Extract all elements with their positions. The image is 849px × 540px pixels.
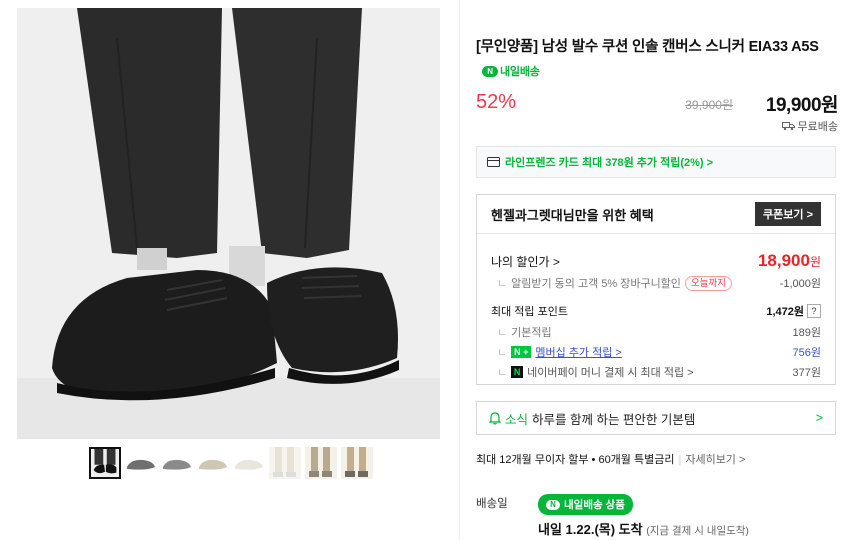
- thumbnail-8[interactable]: [341, 447, 373, 479]
- naver-n-icon: N: [482, 66, 498, 77]
- bell-icon: [489, 411, 501, 425]
- delivery-note: (지금 결제 시 내일도착): [646, 525, 749, 537]
- delivery-label: 배송일: [476, 498, 508, 510]
- news-arrow-icon: >: [815, 411, 823, 425]
- original-price: 39,900원: [685, 98, 733, 112]
- alarm-discount-row: ㄴ 알림받기 동의 고객 5% 장바구니할인 오늘까지 -1,000원: [491, 275, 821, 291]
- thumbnail-6[interactable]: [269, 447, 301, 479]
- indent-mark: ㄴ: [497, 367, 508, 379]
- credit-card-icon: [487, 157, 500, 167]
- tomorrow-delivery-text: 내일배송: [500, 65, 540, 78]
- npay-points-value: 377원: [792, 367, 821, 379]
- basic-points-text: 기본적립: [511, 327, 552, 339]
- card-promo-banner[interactable]: 라인프렌즈 카드 최대 378원 추가 적립(2%) >: [476, 146, 836, 178]
- indent-mark: ㄴ: [497, 327, 508, 339]
- tomorrow-delivery-product-badge: N 내일배송 상품: [538, 494, 633, 515]
- npay-points-label: ㄴ N 네이버페이 머니 결제 시 최대 적립 >: [491, 364, 694, 380]
- installment-info: 최대 12개월 무이자 할부 • 60개월 특별금리 | 자세히보기 >: [476, 451, 745, 467]
- gallery-divider: [17, 438, 440, 439]
- basic-points-value: 189원: [792, 327, 821, 339]
- member-benefit-box: 헨젤과그렛대님만을 위한 혜택 쿠폰보기 > 나의 할인가 > 18,900원 …: [476, 194, 836, 385]
- naver-n-icon: N: [546, 499, 560, 510]
- thumbnail-1[interactable]: [89, 447, 121, 479]
- installment-more-link[interactable]: 자세히보기 >: [685, 454, 745, 466]
- my-price-unit: 원: [809, 255, 821, 269]
- alarm-discount-label: ㄴ 알림받기 동의 고객 5% 장바구니할인 오늘까지: [491, 275, 732, 291]
- card-promo-text: 라인프렌즈 카드 최대 378원 추가 적립(2%) >: [505, 157, 714, 169]
- free-shipping-text: 무료배송: [797, 121, 838, 133]
- tomorrow-delivery-badge: N 내일배송: [482, 60, 540, 84]
- alarm-discount-text: 알림받기 동의 고객 5% 장바구니할인: [511, 278, 681, 290]
- points-value-wrap: 1,472원 ?: [766, 303, 821, 319]
- membership-points-row: ㄴ N + 멤버십 추가 적립 > 756원: [491, 344, 821, 360]
- thumbnail-4[interactable]: [197, 447, 229, 479]
- indent-mark: ㄴ: [497, 347, 508, 359]
- alarm-discount-value: -1,000원: [779, 278, 821, 290]
- naver-plus-membership-icon: N +: [511, 346, 532, 358]
- benefit-header: 헨젤과그렛대님만을 위한 혜택 쿠폰보기 >: [477, 195, 835, 234]
- my-price-label[interactable]: 나의 할인가 >: [491, 253, 560, 270]
- delivery-badge-text: 내일배송 상품: [564, 499, 625, 511]
- final-price: 19,900원: [765, 95, 839, 116]
- npay-points-row: ㄴ N 네이버페이 머니 결제 시 최대 적립 > 377원: [491, 364, 821, 380]
- points-row: 최대 적립 포인트 1,472원 ?: [491, 303, 821, 319]
- view-coupon-button[interactable]: 쿠폰보기 >: [755, 202, 821, 226]
- delivery-date: 내일 1.22.(목) 도착 (지금 결제 시 내일도착): [538, 519, 749, 538]
- indent-mark: ㄴ: [497, 278, 508, 290]
- my-price-value: 18,900원: [758, 251, 821, 271]
- thumbnail-7[interactable]: [305, 447, 337, 479]
- product-title-text: [무인양품] 남성 발수 쿠션 인솔 캔버스 스니커 EIA33 A5S: [476, 39, 819, 55]
- news-highlight: 소식: [505, 412, 529, 427]
- free-shipping: 무료배송: [781, 118, 838, 134]
- points-value: 1,472원: [766, 306, 804, 318]
- discount-rate: 52%: [476, 91, 517, 113]
- today-only-tag: 오늘까지: [684, 275, 732, 291]
- basic-points-row: ㄴ 기본적립 189원: [491, 324, 821, 340]
- product-photo: [17, 8, 440, 438]
- benefit-title: 헨젤과그렛대님만을 위한 혜택: [491, 207, 654, 223]
- thumbnail-2[interactable]: [125, 447, 157, 479]
- membership-points-value: 756원: [792, 347, 821, 359]
- thumbnail-5[interactable]: [233, 447, 265, 479]
- truck-icon: [781, 122, 795, 131]
- column-divider: [459, 0, 460, 540]
- thumbnail-3[interactable]: [161, 447, 193, 479]
- npay-link[interactable]: 네이버페이 머니 결제 시 최대 적립 >: [527, 364, 693, 380]
- points-label: 최대 적립 포인트: [491, 306, 568, 318]
- delivery-date-text: 내일 1.22.(목) 도착: [538, 522, 643, 537]
- basic-points-label: ㄴ 기본적립: [491, 324, 552, 340]
- membership-points-label: ㄴ N + 멤버십 추가 적립 >: [491, 344, 622, 360]
- news-text: 하루를 함께 하는 편안한 기본템: [532, 412, 696, 427]
- installment-text: 최대 12개월 무이자 할부 • 60개월 특별금리: [476, 454, 675, 466]
- thumbnail-strip: [89, 447, 373, 479]
- membership-link[interactable]: 멤버십 추가 적립 >: [535, 344, 621, 360]
- my-price-number: 18,900: [757, 251, 810, 270]
- store-news-banner[interactable]: 소식 하루를 함께 하는 편안한 기본템 >: [476, 401, 836, 435]
- points-help-icon[interactable]: ?: [807, 304, 821, 318]
- product-title: [무인양품] 남성 발수 쿠션 인솔 캔버스 스니커 EIA33 A5S N 내…: [476, 35, 838, 84]
- naver-pay-icon: N: [511, 366, 524, 378]
- news-content: 소식 하루를 함께 하는 편안한 기본템: [489, 409, 695, 428]
- product-image[interactable]: [17, 8, 440, 438]
- separator: |: [678, 454, 682, 466]
- my-price-row[interactable]: 나의 할인가 > 18,900원: [491, 251, 821, 271]
